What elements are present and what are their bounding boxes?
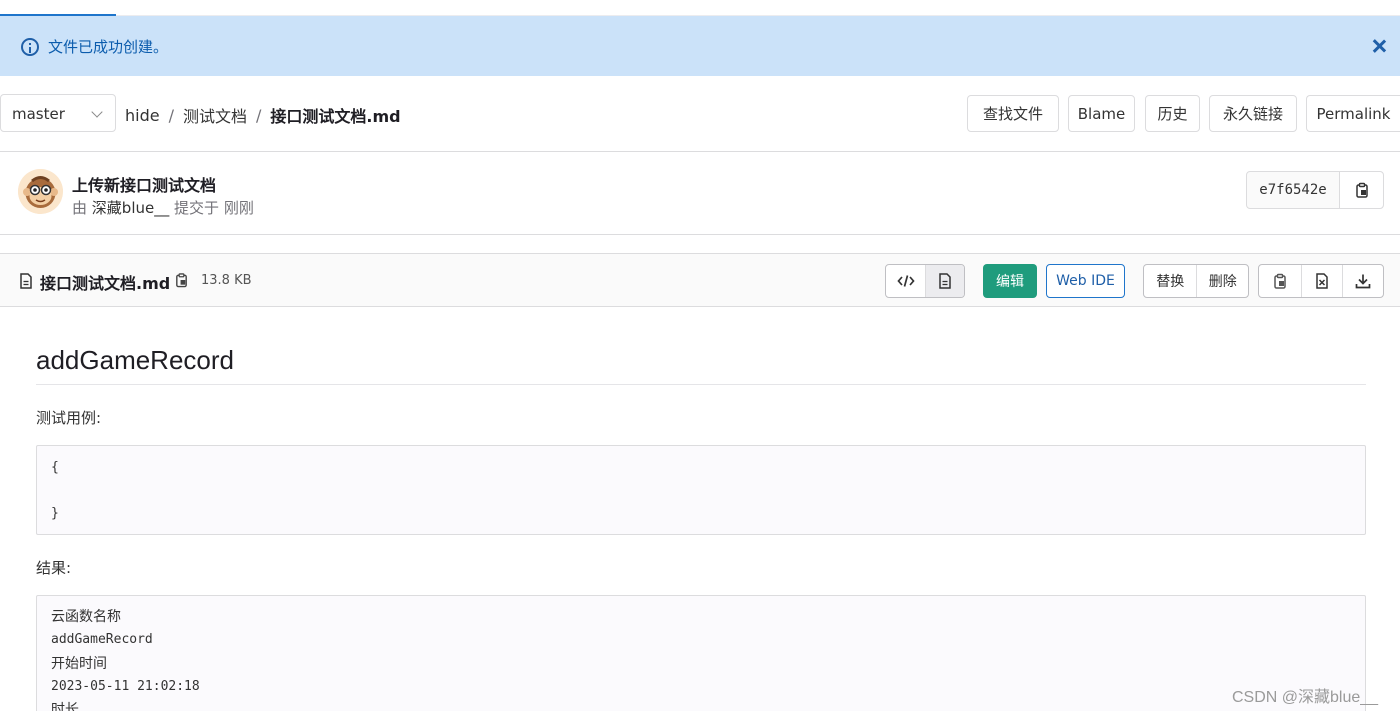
copy-sha-button[interactable] (1340, 172, 1383, 208)
commit-action: 提交于 (174, 199, 220, 217)
download-button[interactable] (1342, 265, 1383, 297)
breadcrumb-separator: / (168, 105, 174, 125)
code-line: 开始时间 (51, 656, 107, 672)
commit-sha-group: e7f6542e (1246, 171, 1384, 209)
copy-contents-button[interactable] (1259, 265, 1301, 297)
permanent-link-button[interactable]: 永久链接 (1209, 95, 1297, 132)
test-case-label: 测试用例: (36, 409, 102, 427)
branch-selector[interactable]: master (0, 94, 116, 132)
close-icon[interactable] (1372, 39, 1386, 53)
file-name: 接口测试文档.md (40, 274, 171, 293)
breadcrumb-item-folder[interactable]: 测试文档 (183, 103, 247, 127)
open-raw-button[interactable] (1301, 265, 1342, 297)
viewer-toggle (885, 264, 965, 298)
flash-notice: 文件已成功创建。 (0, 16, 1400, 76)
watermark: CSDN @深藏blue__ (1232, 689, 1379, 706)
delete-button[interactable]: 删除 (1196, 265, 1248, 297)
blame-button[interactable]: Blame (1068, 95, 1135, 132)
commit-author[interactable]: 深藏blue__ (92, 199, 169, 217)
content-heading: addGameRecord (36, 345, 234, 375)
source-view-button[interactable] (886, 265, 925, 297)
file-actions-group (1258, 264, 1384, 298)
code-line: { (51, 460, 59, 475)
raw-file-icon (1316, 273, 1328, 289)
result-label: 结果: (36, 559, 72, 577)
commit-meta: 由 深藏blue__ 提交于 刚刚 (72, 197, 254, 218)
file-size: 13.8 KB (201, 273, 252, 288)
last-commit-panel: 上传新接口测试文档 由 深藏blue__ 提交于 刚刚 e7f6542e (0, 151, 1400, 235)
download-icon (1355, 274, 1371, 289)
breadcrumb-item-file: 接口测试文档.md (270, 107, 401, 126)
code-icon (896, 275, 915, 287)
replace-delete-group: 替换 删除 (1143, 264, 1249, 298)
code-line: 2023-05-11 21:02:18 (51, 679, 200, 694)
breadcrumb: hide / 测试文档 / 接口测试文档.md (125, 103, 401, 127)
document-icon (939, 273, 951, 289)
clipboard-icon (1355, 182, 1368, 198)
avatar[interactable] (18, 169, 63, 214)
breadcrumb-separator: / (256, 105, 262, 125)
copy-file-path-icon[interactable] (174, 272, 189, 288)
commit-by-prefix: 由 (72, 199, 88, 217)
code-line: 时长 (51, 702, 79, 711)
document-icon (20, 273, 32, 289)
web-ide-button[interactable]: Web IDE (1046, 264, 1125, 298)
result-code-block: 云函数名称 addGameRecord 开始时间 2023-05-11 21:0… (36, 595, 1366, 711)
code-line: 云函数名称 (51, 609, 121, 625)
clipboard-icon (1274, 273, 1286, 289)
rendered-view-button[interactable] (925, 265, 964, 297)
test-case-code-block: { } (36, 445, 1366, 535)
commit-title[interactable]: 上传新接口测试文档 (72, 172, 216, 196)
breadcrumb-item-repo[interactable]: hide (125, 106, 160, 125)
branch-name: master (12, 105, 65, 123)
replace-button[interactable]: 替换 (1144, 265, 1196, 297)
edit-button[interactable]: 编辑 (983, 264, 1037, 298)
heading-divider (36, 384, 1366, 385)
top-tab-strip (0, 0, 1400, 16)
info-icon (21, 38, 39, 56)
commit-sha[interactable]: e7f6542e (1247, 172, 1340, 208)
file-header: 接口测试文档.md 13.8 KB 编辑 Web IDE 替换 删除 (0, 253, 1400, 307)
monkey-avatar-icon (18, 169, 63, 214)
chevron-down-icon (91, 106, 103, 118)
code-line: addGameRecord (51, 632, 153, 647)
history-button[interactable]: 历史 (1145, 95, 1200, 132)
find-file-button[interactable]: 查找文件 (967, 95, 1059, 132)
flash-message: 文件已成功创建。 (48, 38, 169, 56)
permalink-button[interactable]: Permalink (1306, 95, 1400, 132)
code-line: } (51, 506, 59, 521)
commit-time: 刚刚 (223, 199, 254, 217)
